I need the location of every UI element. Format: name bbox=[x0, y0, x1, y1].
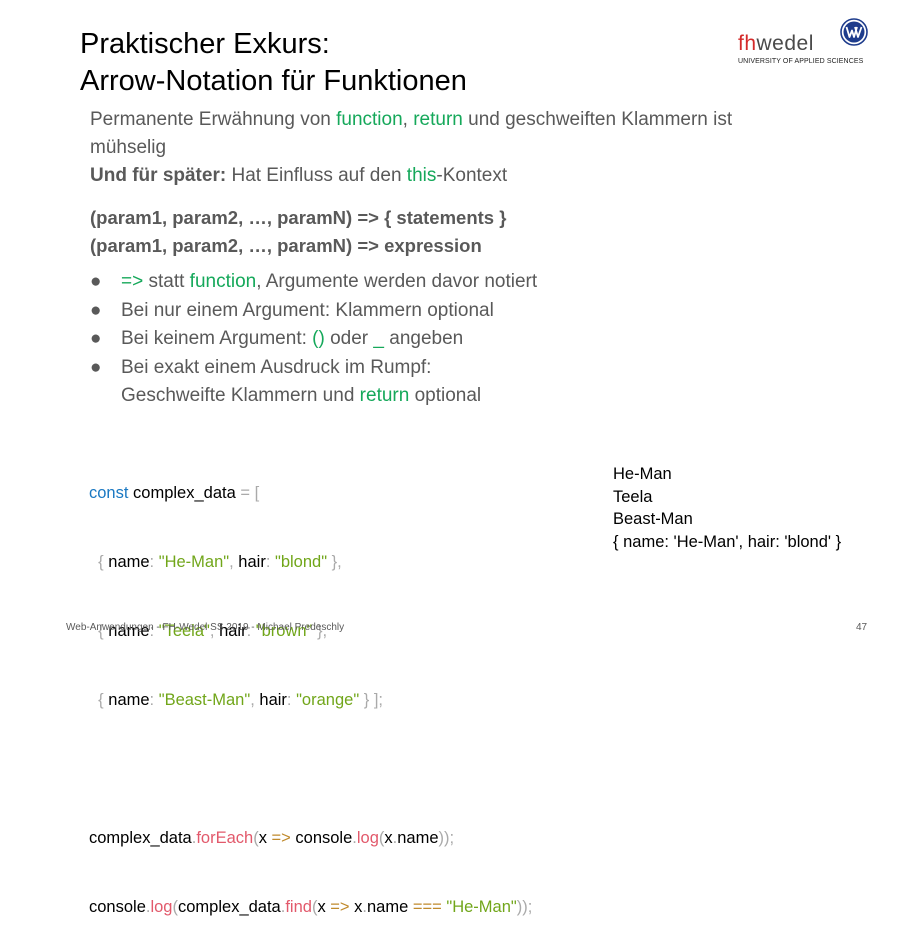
logo-wordmark: fhwedel bbox=[738, 32, 814, 55]
intro-text: Permanente Erwähnung von function, retur… bbox=[90, 106, 830, 190]
code-line: { name: "He-Man", hair: "blond" }, bbox=[89, 553, 342, 571]
code-line: const complex_data = [ bbox=[89, 484, 260, 502]
slide-title-line2: Arrow-Notation für Funktionen bbox=[80, 65, 467, 97]
bullet-list: ● => statt function, Argumente werden dav… bbox=[90, 268, 537, 411]
output-line: Teela bbox=[613, 487, 653, 506]
output-line: He-Man bbox=[613, 465, 672, 483]
intro-line-3: Und für später: Hat Einfluss auf den thi… bbox=[90, 165, 508, 186]
bullet-item: ● Bei nur einem Argument: Klammern option… bbox=[90, 299, 494, 321]
output-line: { name: 'He-Man', hair: 'blond' } bbox=[613, 532, 842, 551]
bullet-item: ● Bei exakt einem Ausdruck im Rumpf: bbox=[90, 356, 432, 378]
university-emblem-icon bbox=[840, 18, 868, 46]
bullet-continuation: Geschweifte Klammern und return optional bbox=[121, 385, 482, 406]
syntax-statements: (param1, param2, …, paramN) => { stateme… bbox=[90, 207, 507, 228]
output-line: Beast-Man bbox=[613, 510, 693, 528]
arrow-syntax: (param1, param2, …, paramN) => { stateme… bbox=[90, 204, 506, 260]
fh-wedel-logo: fhwedel UNIVERSITY OF APPLIED SCIENCES bbox=[738, 18, 870, 68]
bullet-item: ● Bei keinem Argument: () oder _ angeben bbox=[90, 328, 464, 349]
intro-line-2: mühselig bbox=[90, 137, 167, 158]
logo-subtitle: UNIVERSITY OF APPLIED SCIENCES bbox=[738, 58, 864, 65]
console-output: He-Man Teela Beast-Man { name: 'He-Man',… bbox=[613, 463, 841, 553]
code-line: console.log(complex_data.find(x => x.nam… bbox=[89, 898, 533, 916]
code-line: complex_data.forEach(x => console.log(x.… bbox=[89, 829, 455, 847]
syntax-expression: (param1, param2, …, paramN) => expressio… bbox=[90, 235, 482, 256]
slide-footer: Web-Anwendungen - FH-Wedel SS 2019 - Mic… bbox=[66, 622, 345, 633]
page-number: 47 bbox=[856, 622, 868, 633]
slide-title-line1: Praktischer Exkurs: bbox=[80, 28, 330, 60]
code-block: const complex_data = [ { name: "He-Man",… bbox=[89, 436, 532, 942]
bullet-item: ● => statt function, Argumente werden dav… bbox=[90, 271, 538, 292]
intro-line-1: Permanente Erwähnung von function, retur… bbox=[90, 109, 733, 130]
code-line: { name: "Beast-Man", hair: "orange" } ]; bbox=[89, 691, 384, 709]
slide-title: Praktischer Exkurs: Arrow-Notation für F… bbox=[80, 26, 467, 100]
